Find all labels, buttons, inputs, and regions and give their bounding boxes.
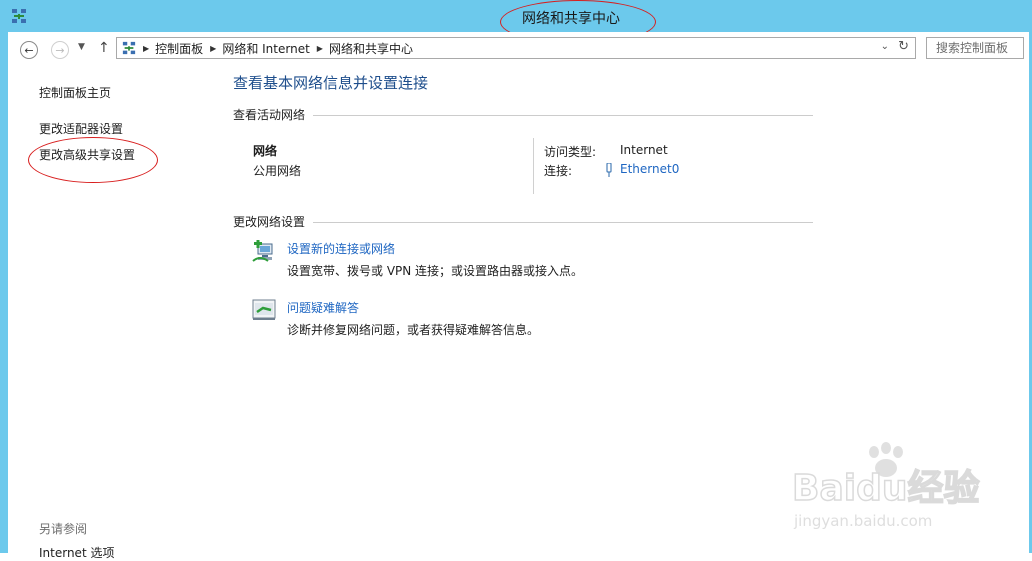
ethernet-connection-link[interactable]: Ethernet0 [620,162,679,176]
troubleshoot-problems-description: 诊断并修复网络问题，或者获得疑难解答信息。 [287,323,540,337]
title-bar: 网络和共享中心 [0,0,1032,44]
network-name: 网络 [253,144,278,158]
breadcrumb-separator-icon[interactable]: ▶ [143,44,149,53]
search-input[interactable] [926,37,1024,59]
refresh-icon[interactable]: ↻ [898,39,909,54]
address-bar[interactable]: ▶ 控制面板 ▶ 网络和 Internet ▶ 网络和共享中心 ⌄ ↻ [116,37,916,59]
window-frame-left [0,32,8,553]
change-advanced-sharing-link[interactable]: 更改高级共享设置 [39,146,135,163]
watermark-brand: Baidu经验 [792,468,979,509]
back-button[interactable]: ← [20,41,38,59]
setup-new-connection-link[interactable]: 设置新的连接或网络 [287,240,395,257]
control-panel-icon [122,41,136,55]
active-networks-heading: 查看活动网络 [233,106,813,123]
baidu-jingyan-watermark: Baidu经验 jingyan.baidu.com [791,442,980,530]
setup-new-connection-description: 设置宽带、拨号或 VPN 连接；或设置路由器或接入点。 [287,264,584,278]
troubleshoot-icon [252,299,276,320]
recent-locations-button[interactable]: ▼ [78,42,85,52]
network-category-link[interactable]: 公用网络 [253,162,301,179]
see-also-heading: 另请参阅 [39,522,88,536]
page-title: 查看基本网络信息并设置连接 [233,74,429,92]
change-adapter-settings-link[interactable]: 更改适配器设置 [39,120,123,137]
network-center-icon[interactable] [11,8,27,24]
troubleshoot-problems-link[interactable]: 问题疑难解答 [287,299,359,316]
change-network-settings-heading-text: 更改网络设置 [233,215,306,229]
access-type-label: 访问类型: [544,145,597,159]
arrow-left-icon: ← [24,43,34,57]
chevron-down-icon: ▼ [78,42,85,52]
section-divider [313,115,813,116]
window-title: 网络和共享中心 [522,11,620,27]
address-dropdown-icon[interactable]: ⌄ [881,41,889,52]
active-networks-heading-text: 查看活动网络 [233,108,306,122]
watermark-url: jingyan.baidu.com [793,512,932,530]
control-panel-home-link[interactable]: 控制面板主页 [39,84,111,101]
new-connection-icon [252,240,273,262]
arrow-up-icon: ↑ [98,40,110,56]
breadcrumb-separator-icon[interactable]: ▶ [317,44,323,53]
navigation-bar: ← → ▼ ↑ ▶ 控制面板 ▶ 网络和 Internet ▶ 网络和共享中心 … [8,32,1029,66]
breadcrumb-network-sharing-center[interactable]: 网络和共享中心 [329,40,413,57]
ethernet-icon [606,163,612,177]
vertical-divider [533,138,534,194]
section-divider [313,222,813,223]
forward-button[interactable]: → [51,41,69,59]
access-type-value: Internet [620,143,668,157]
change-network-settings-heading: 更改网络设置 [233,213,813,230]
breadcrumb-control-panel[interactable]: 控制面板 [155,40,203,57]
breadcrumb-network-internet[interactable]: 网络和 Internet [222,40,309,57]
breadcrumb-separator-icon[interactable]: ▶ [210,44,216,53]
arrow-right-icon: → [55,43,65,57]
connections-label: 连接: [544,164,573,178]
up-button[interactable]: ↑ [98,40,110,56]
